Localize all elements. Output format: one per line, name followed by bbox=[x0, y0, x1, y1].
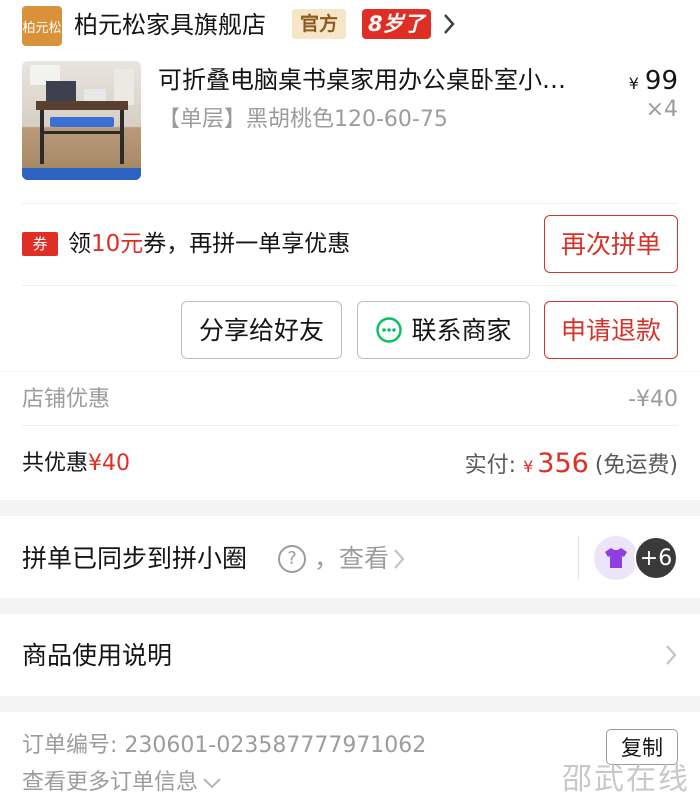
help-icon[interactable]: ? bbox=[278, 545, 306, 573]
order-number-label: 订单编号: bbox=[22, 733, 118, 758]
store-name[interactable]: 柏元松家具旗舰店 bbox=[74, 8, 266, 42]
paid-amount: 实付: ¥356 (免运费) bbox=[465, 446, 678, 485]
coupon-text-after: 券，再拼一单享优惠 bbox=[143, 231, 351, 257]
desk-illustration bbox=[22, 65, 141, 180]
order-card: 柏元松 柏元松家具旗舰店 官方 8岁了 可折叠电脑桌书桌家用办公桌卧室小… 【单… bbox=[0, 0, 700, 371]
group-sync-text: 拼单已同步到拼小圈 bbox=[22, 544, 248, 573]
price-value: 99 bbox=[644, 66, 678, 96]
contact-merchant-button[interactable]: 联系商家 bbox=[357, 301, 530, 359]
total-discount-label: 共优惠 bbox=[22, 451, 89, 476]
watermark: 邵武在线 bbox=[562, 762, 690, 797]
paid-label: 实付: bbox=[464, 453, 517, 478]
product-image[interactable] bbox=[22, 61, 141, 180]
avatar-more-count[interactable]: +6 bbox=[634, 536, 678, 580]
coupon-text: 领10元券，再拼一单享优惠 bbox=[68, 228, 350, 260]
coupon-text-before: 领 bbox=[68, 231, 91, 257]
chevron-right-icon[interactable] bbox=[664, 643, 678, 667]
regroup-button[interactable]: 再次拼单 bbox=[544, 215, 678, 273]
contact-merchant-label: 联系商家 bbox=[411, 315, 512, 345]
refund-button[interactable]: 申请退款 bbox=[544, 301, 678, 359]
chevron-right-icon[interactable] bbox=[392, 547, 406, 571]
avatar[interactable] bbox=[594, 536, 638, 580]
view-label: 查看 bbox=[339, 544, 390, 573]
chevron-down-icon bbox=[203, 778, 221, 789]
divider bbox=[22, 285, 678, 286]
store-age-badge: 8岁了 bbox=[362, 9, 431, 39]
divider bbox=[22, 203, 678, 204]
total-discount: 共优惠¥40 bbox=[22, 448, 130, 480]
store-discount-label: 店铺优惠 bbox=[22, 387, 111, 412]
more-order-info-link[interactable]: 查看更多订单信息 bbox=[22, 767, 222, 797]
store-discount-value: -¥40 bbox=[628, 387, 678, 412]
group-sync-view-link[interactable]: ，查看 bbox=[314, 541, 389, 577]
currency-symbol: ¥ bbox=[628, 74, 639, 93]
coupon-icon: 券 bbox=[22, 232, 58, 256]
separator: ， bbox=[314, 544, 340, 573]
store-logo[interactable]: 柏元松 bbox=[22, 6, 62, 46]
product-spec: 【单层】黑胡桃色120-60-75 bbox=[158, 107, 448, 132]
product-manual-label: 商品使用说明 bbox=[22, 641, 173, 670]
paid-value: 356 bbox=[537, 448, 589, 479]
more-order-info-label: 查看更多订单信息 bbox=[22, 770, 199, 795]
divider bbox=[22, 425, 678, 426]
order-number: 订单编号: 230601-023587777971062 bbox=[22, 730, 426, 762]
vertical-divider bbox=[578, 536, 579, 580]
coupon-amount: 10元 bbox=[91, 231, 144, 257]
product-title[interactable]: 可折叠电脑桌书桌家用办公桌卧室小… bbox=[158, 63, 608, 97]
share-button[interactable]: 分享给好友 bbox=[181, 301, 342, 359]
paid-currency: ¥ bbox=[523, 457, 534, 476]
shipping-note: (免运费) bbox=[594, 453, 678, 478]
chevron-right-icon[interactable] bbox=[442, 12, 456, 36]
chat-bubble-icon bbox=[376, 317, 403, 343]
official-badge: 官方 bbox=[292, 9, 347, 39]
total-discount-value: ¥40 bbox=[88, 451, 131, 476]
order-number-value: 230601-023587777971062 bbox=[124, 733, 427, 758]
product-quantity: ×4 bbox=[645, 97, 678, 122]
tshirt-icon bbox=[605, 548, 627, 568]
